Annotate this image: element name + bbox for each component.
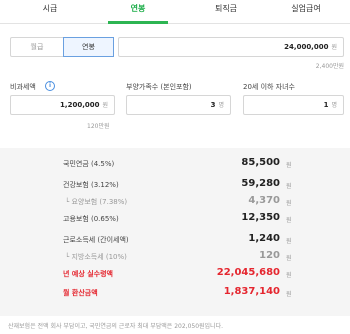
result-row-income-tax: 근로소득세 (간이세액) 1,240 원 bbox=[0, 233, 350, 247]
result-row-annual-net: 년 예상 실수령액 22,045,680 원 bbox=[0, 267, 350, 281]
tab-unemployment[interactable]: 실업급여 bbox=[266, 0, 346, 24]
result-value: 1,837,140 bbox=[223, 286, 280, 297]
dependents-value: 3 bbox=[210, 101, 216, 109]
result-label: 월 환산금액 bbox=[63, 289, 98, 297]
result-label: 건강보험 (3.12%) bbox=[63, 181, 119, 189]
result-unit: 원 bbox=[286, 291, 292, 298]
result-value: 120 bbox=[259, 250, 280, 261]
nontax-label: 비과세액 bbox=[10, 83, 36, 91]
result-row-local-tax: └ 지방소득세 (10%) 120 원 bbox=[0, 250, 350, 264]
pay-type-toggle: 월급 연봉 bbox=[10, 37, 114, 57]
dependents-label: 부양가족수 (본인포함) bbox=[126, 83, 192, 91]
result-value: 59,280 bbox=[241, 178, 280, 189]
result-label: 고용보험 (0.65%) bbox=[63, 215, 119, 223]
result-panel: 국민연금 (4.5%) 85,500 원 건강보험 (3.12%) 59,280… bbox=[0, 148, 350, 316]
salary-value: 24,000,000 bbox=[284, 43, 329, 51]
tab-hourly[interactable]: 시급 bbox=[10, 0, 90, 24]
children-label: 20세 이하 자녀수 bbox=[243, 83, 295, 91]
result-label: └ 요양보험 (7.38%) bbox=[65, 198, 128, 206]
result-value: 12,350 bbox=[241, 212, 280, 223]
result-value: 22,045,680 bbox=[216, 267, 280, 278]
result-label: └ 지방소득세 (10%) bbox=[65, 253, 127, 261]
nontax-hint: 120만원 bbox=[87, 123, 110, 130]
result-row-employment: 고용보험 (0.65%) 12,350 원 bbox=[0, 212, 350, 226]
salary-unit: 원 bbox=[331, 44, 337, 51]
calculator-tabs: 시급 연봉 퇴직금 실업급여 bbox=[0, 0, 350, 24]
result-unit: 원 bbox=[286, 200, 292, 207]
children-input[interactable]: 1명 bbox=[243, 95, 344, 115]
footnote: 산재보험은 전액 회사 부담이고, 국민연금의 근로자 최대 부담액은 202,… bbox=[8, 323, 224, 330]
nontax-value: 1,200,000 bbox=[60, 101, 100, 109]
result-unit: 원 bbox=[286, 238, 292, 245]
tab-severance[interactable]: 퇴직금 bbox=[186, 0, 266, 24]
result-value: 4,370 bbox=[248, 195, 280, 206]
salary-hint: 2,400만원 bbox=[315, 63, 344, 70]
children-value: 1 bbox=[323, 101, 329, 109]
info-icon[interactable]: i bbox=[45, 81, 55, 91]
result-value: 85,500 bbox=[241, 157, 280, 168]
dependents-input[interactable]: 3명 bbox=[126, 95, 231, 115]
result-row-health: 건강보험 (3.12%) 59,280 원 bbox=[0, 178, 350, 192]
result-label: 근로소득세 (간이세액) bbox=[63, 236, 129, 244]
result-value: 1,240 bbox=[248, 233, 280, 244]
dependents-unit: 명 bbox=[218, 102, 224, 109]
children-unit: 명 bbox=[331, 102, 337, 109]
result-unit: 원 bbox=[286, 217, 292, 224]
annual-pay-button[interactable]: 연봉 bbox=[63, 37, 114, 57]
monthly-pay-button[interactable]: 월급 bbox=[11, 38, 63, 56]
result-unit: 원 bbox=[286, 183, 292, 190]
nontax-unit: 원 bbox=[102, 102, 108, 109]
result-label: 년 예상 실수령액 bbox=[63, 270, 113, 278]
result-unit: 원 bbox=[286, 255, 292, 262]
result-row-longterm-care: └ 요양보험 (7.38%) 4,370 원 bbox=[0, 195, 350, 209]
result-unit: 원 bbox=[286, 272, 292, 279]
result-row-monthly-net: 월 환산금액 1,837,140 원 bbox=[0, 286, 350, 300]
result-row-pension: 국민연금 (4.5%) 85,500 원 bbox=[0, 157, 350, 171]
salary-input[interactable]: 24,000,000 원 bbox=[118, 37, 344, 57]
active-tab-indicator bbox=[108, 21, 168, 24]
nontax-input[interactable]: 1,200,000 원 bbox=[10, 95, 115, 115]
result-label: 국민연금 (4.5%) bbox=[63, 160, 115, 168]
result-unit: 원 bbox=[286, 162, 292, 169]
